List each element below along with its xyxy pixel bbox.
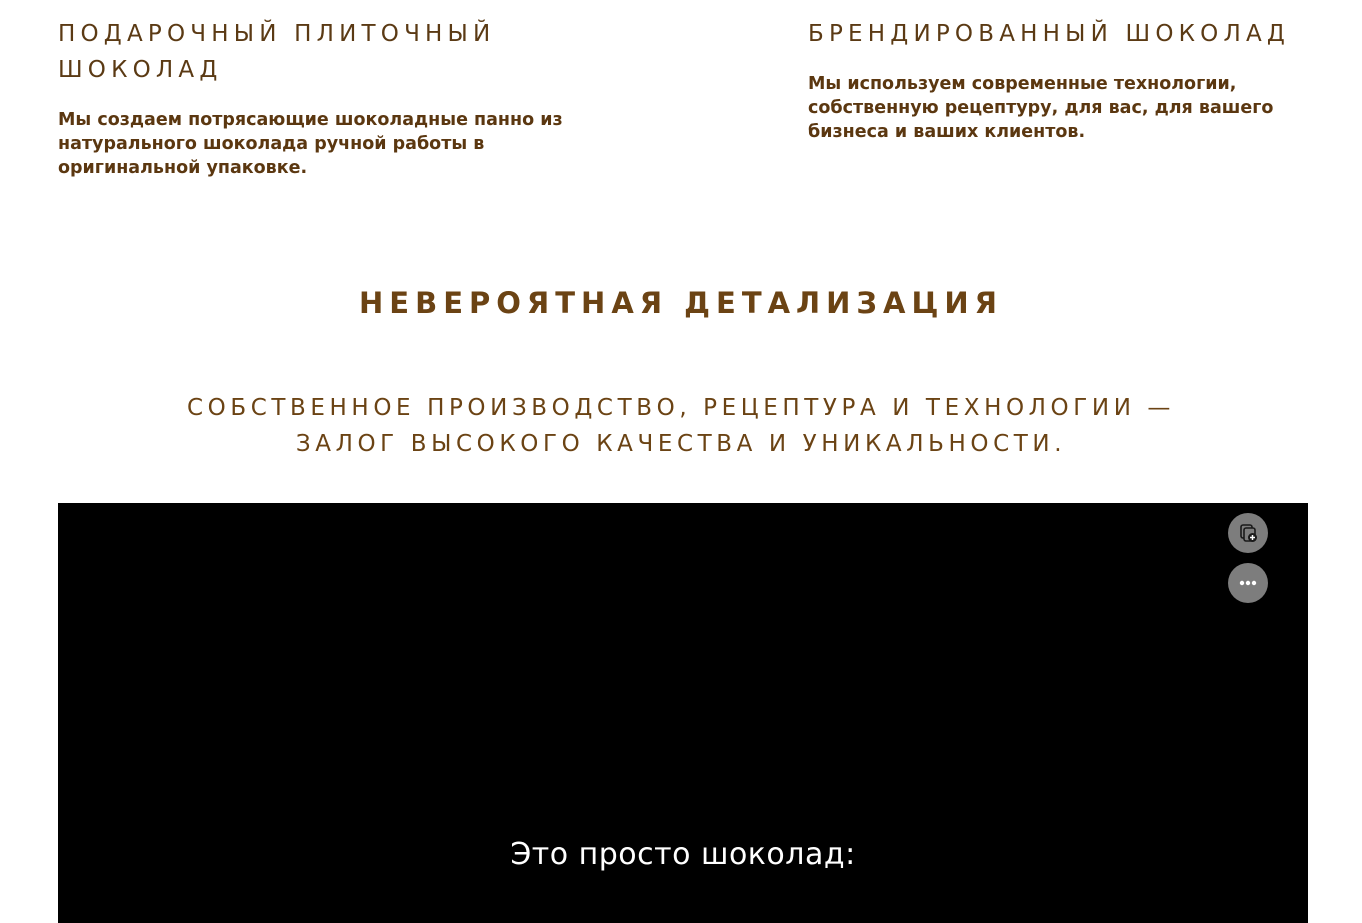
more-options-button[interactable] (1228, 563, 1268, 603)
feature-description: Мы создаем потрясающие шоколадные панно … (58, 110, 563, 178)
section-subtitle-line: ЗАЛОГ ВЫСОКОГО КАЧЕСТВА И УНИКАЛЬНОСТИ. (295, 431, 1067, 457)
section-subtitle: СОБСТВЕННОЕ ПРОИЗВОДСТВО, РЕЦЕПТУРА И ТЕ… (0, 390, 1362, 462)
section-title: НЕВЕРОЯТНАЯ ДЕТАЛИЗАЦИЯ (359, 286, 1003, 320)
feature-title: БРЕНДИРОВАННЫЙ ШОКОЛАД (808, 21, 1291, 47)
feature-gift-chocolate: ПОДАРОЧНЫЙ ПЛИТОЧНЫЙ ШОКОЛАД Мы создаем … (58, 16, 618, 180)
feature-branded-chocolate: БРЕНДИРОВАННЫЙ ШОКОЛАД Мы используем сов… (808, 16, 1328, 144)
save-to-collection-icon (1240, 524, 1257, 542)
features-section: ПОДАРОЧНЫЙ ПЛИТОЧНЫЙ ШОКОЛАД Мы создаем … (0, 0, 1362, 200)
feature-description: Мы используем современные технологии, со… (808, 74, 1274, 142)
feature-title: ПОДАРОЧНЫЙ ПЛИТОЧНЫЙ ШОКОЛАД (58, 21, 496, 83)
video-player[interactable]: Это просто шоколад: (58, 503, 1308, 923)
video-subtitle-caption: Это просто шоколад: (510, 837, 856, 872)
save-to-collection-button[interactable] (1228, 513, 1268, 553)
more-options-icon (1239, 580, 1257, 586)
section-subtitle-line: СОБСТВЕННОЕ ПРОИЗВОДСТВО, РЕЦЕПТУРА И ТЕ… (186, 395, 1176, 421)
